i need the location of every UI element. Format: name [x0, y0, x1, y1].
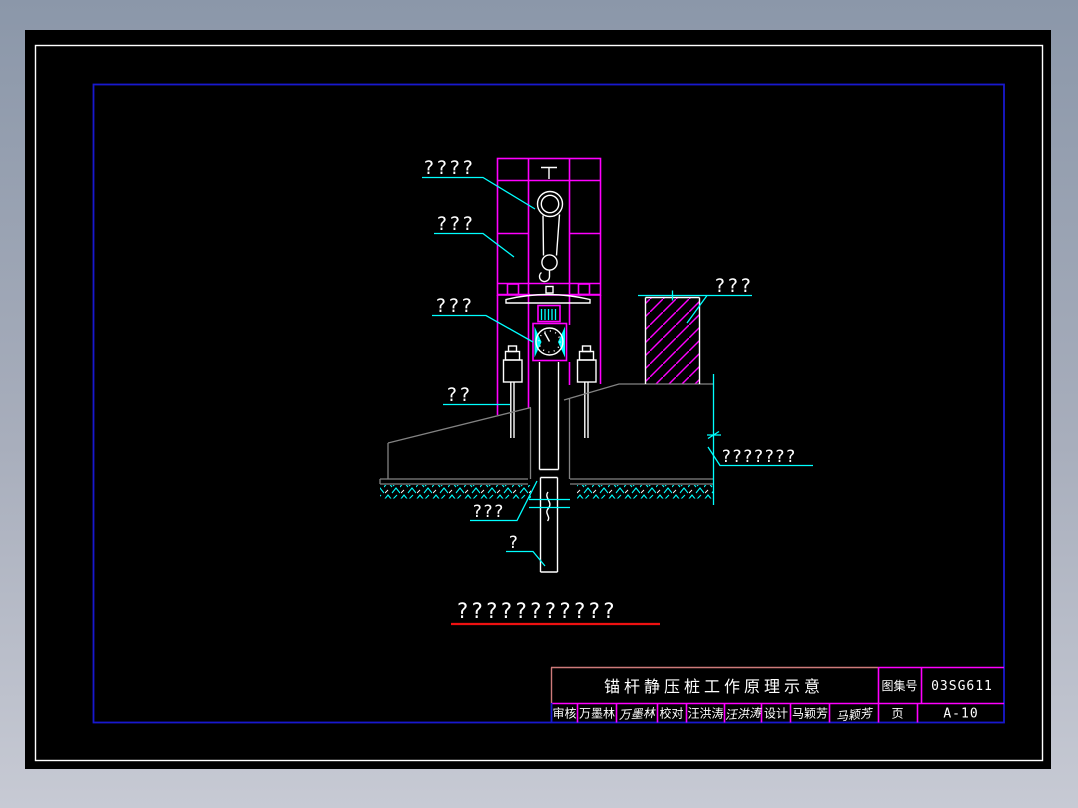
designer-name: 马颖芳: [792, 707, 828, 721]
label-press-gauge-text: ???: [435, 295, 474, 317]
label-pile-joint-text: ???: [472, 502, 504, 522]
soil-hatch-left: [380, 485, 531, 499]
label-mast-text: ???: [436, 213, 475, 235]
reviewer-name: 万墨林: [579, 707, 615, 721]
checker-signature: 汪洪涛: [724, 706, 763, 723]
checker-role: 校对: [659, 706, 683, 721]
designer-role: 设计: [764, 707, 788, 721]
page-label: 页: [891, 707, 903, 721]
wall-section: [644, 296, 701, 384]
label-depth-text: ???????: [721, 447, 796, 467]
soil-hatch-right: [577, 485, 713, 499]
atlas-no-label: 图集号: [881, 678, 917, 693]
label-anchor-text: ??: [446, 384, 472, 406]
page-no-value: A-10: [943, 707, 978, 722]
atlas-no-value: 03SG611: [931, 679, 993, 694]
drawing-title: 锚杆静压桩工作原理示意: [604, 677, 824, 696]
reviewer-role: 审核: [552, 706, 576, 721]
figure-caption-text: ???????????: [456, 599, 617, 623]
sheet: [25, 30, 1051, 769]
label-wall-top-text: ???: [714, 275, 753, 297]
label-hoist-text: ????: [423, 157, 475, 179]
label-pile-tip-text: ?: [508, 533, 519, 553]
checker-name: 汪洪涛: [687, 706, 723, 721]
cad-viewer-background: ???? ??? ??? ?? ??? ??????? ??? ? ??????…: [0, 0, 1078, 808]
drawing-canvas[interactable]: ???? ??? ??? ?? ??? ??????? ??? ? ??????…: [0, 0, 1078, 808]
sheet-black-area: [25, 30, 1051, 769]
reviewer-signature: 万墨林: [618, 706, 657, 722]
